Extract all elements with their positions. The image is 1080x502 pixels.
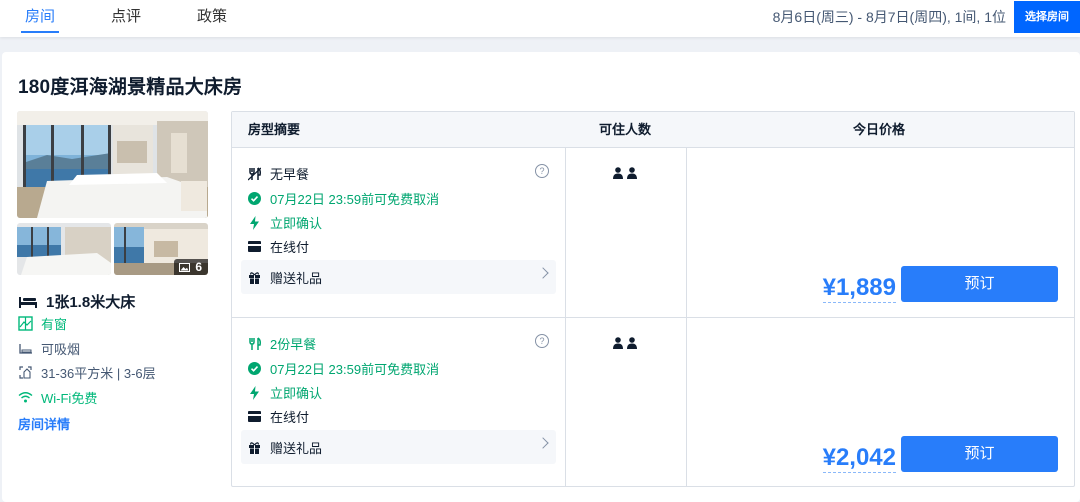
amenity-area: 31-36平方米 | 3-6层: [18, 363, 156, 382]
chevron-right-icon: [537, 267, 549, 279]
stay-date-summary[interactable]: 8月6日(周三) - 8月7日(周四), 1间, 1位: [773, 0, 1006, 35]
card-icon: [248, 241, 261, 252]
occupancy-icons: [613, 337, 637, 349]
occupancy-icons: [613, 167, 637, 179]
rate-row: 无早餐 ? 07月22日 23:59前可免费取消 立即确认 在线付 赠送礼品 ¥…: [232, 148, 1074, 318]
instant-confirm: 立即确认: [248, 383, 322, 402]
rate-table-header: 房型摘要 可住人数 今日价格: [232, 112, 1074, 148]
chevron-right-icon: [537, 437, 549, 449]
person-icon: [627, 167, 637, 179]
cancel-policy[interactable]: 07月22日 23:59前可免费取消: [248, 359, 439, 378]
check-circle-icon: [248, 192, 261, 205]
image-icon: [179, 262, 191, 272]
breakfast-icon: [249, 336, 261, 350]
meal-label: 2份早餐: [270, 337, 317, 352]
bed-text: 1张1.8米大床: [46, 294, 136, 311]
room-photo-thumb-2[interactable]: 6: [114, 223, 208, 275]
payment-label: 在线付: [270, 410, 310, 425]
cancel-policy-label: 07月22日 23:59前可免费取消: [270, 362, 440, 377]
room-photo-main[interactable]: [17, 111, 208, 218]
lightning-icon: [250, 215, 259, 230]
cancel-policy[interactable]: 07月22日 23:59前可免费取消: [248, 189, 439, 208]
no-breakfast-icon: [248, 166, 261, 180]
header-summary: 房型摘要: [248, 122, 301, 137]
amenity-wifi: Wi-Fi免费: [18, 388, 97, 407]
gift-label: 赠送礼品: [270, 270, 323, 286]
room-photo-thumb-1[interactable]: [17, 223, 111, 275]
book-button[interactable]: 预订: [901, 266, 1058, 302]
photo-count-badge[interactable]: 6: [174, 259, 208, 275]
room-title: 180度洱海湖景精品大床房: [18, 77, 243, 98]
header-price: 今日价格: [853, 122, 906, 137]
rate-table: 房型摘要 可住人数 今日价格 无早餐 ? 07月22日 23:59前可免费取消 …: [231, 111, 1075, 487]
gift-row[interactable]: 赠送礼品: [241, 260, 556, 294]
bed-info: 1张1.8米大床: [18, 291, 135, 312]
meal-info: 无早餐: [248, 164, 309, 183]
instant-confirm: 立即确认: [248, 213, 322, 232]
gift-icon: [249, 271, 260, 284]
amenity-window: 有窗: [18, 314, 67, 333]
person-icon: [613, 167, 623, 179]
payment-method: 在线付: [248, 237, 309, 256]
tab-rooms[interactable]: 房间: [20, 0, 60, 35]
top-nav: 房间 点评 政策 8月6日(周三) - 8月7日(周四), 1间, 1位 选择房…: [0, 0, 1080, 37]
help-icon[interactable]: ?: [535, 164, 549, 178]
price[interactable]: ¥1,889: [822, 275, 896, 303]
instant-confirm-label: 立即确认: [270, 216, 323, 231]
rate-summary: 无早餐 ? 07月22日 23:59前可免费取消 立即确认 在线付 赠送礼品: [232, 148, 566, 317]
help-icon[interactable]: ?: [535, 334, 549, 348]
meal-label: 无早餐: [270, 167, 310, 182]
smoking-icon: [19, 344, 32, 354]
occupancy-cell: [566, 318, 687, 487]
bed-icon: [19, 296, 37, 308]
photo-count: 6: [195, 260, 202, 274]
wifi-icon: [18, 392, 33, 403]
amenity-smoking: 可吸烟: [18, 339, 80, 358]
window-icon: [18, 316, 33, 331]
cancel-policy-label: 07月22日 23:59前可免费取消: [270, 192, 440, 207]
amenity-area-label: 31-36平方米 | 3-6层: [41, 366, 156, 381]
amenity-wifi-label: Wi-Fi免费: [41, 391, 98, 406]
room-card: 180度洱海湖景精品大床房 6 1张1.8米大床 有窗 可吸烟 31-36平方米…: [2, 52, 1080, 502]
occupancy-cell: [566, 148, 687, 317]
person-icon: [613, 337, 623, 349]
card-icon: [248, 411, 261, 422]
meal-info: 2份早餐: [248, 334, 316, 353]
tab-policies[interactable]: 政策: [197, 0, 227, 35]
rate-row: 2份早餐 ? 07月22日 23:59前可免费取消 立即确认 在线付 赠送礼品 …: [232, 318, 1074, 487]
payment-method: 在线付: [248, 407, 309, 426]
area-icon: [19, 366, 32, 379]
tab-reviews[interactable]: 点评: [111, 0, 141, 35]
book-button[interactable]: 预订: [901, 436, 1058, 472]
amenity-smoking-label: 可吸烟: [41, 342, 81, 357]
payment-label: 在线付: [270, 240, 310, 255]
gift-label: 赠送礼品: [270, 440, 323, 456]
header-occupancy: 可住人数: [599, 122, 652, 137]
room-details-link[interactable]: 房间详情: [18, 414, 70, 433]
person-icon: [627, 337, 637, 349]
instant-confirm-label: 立即确认: [270, 386, 323, 401]
select-room-button[interactable]: 选择房间: [1014, 1, 1080, 33]
lightning-icon: [250, 385, 259, 400]
gift-row[interactable]: 赠送礼品: [241, 430, 556, 464]
price[interactable]: ¥2,042: [822, 445, 896, 473]
rate-summary: 2份早餐 ? 07月22日 23:59前可免费取消 立即确认 在线付 赠送礼品: [232, 318, 566, 487]
amenity-window-label: 有窗: [41, 317, 68, 332]
gift-icon: [249, 441, 260, 454]
check-circle-icon: [248, 362, 261, 375]
